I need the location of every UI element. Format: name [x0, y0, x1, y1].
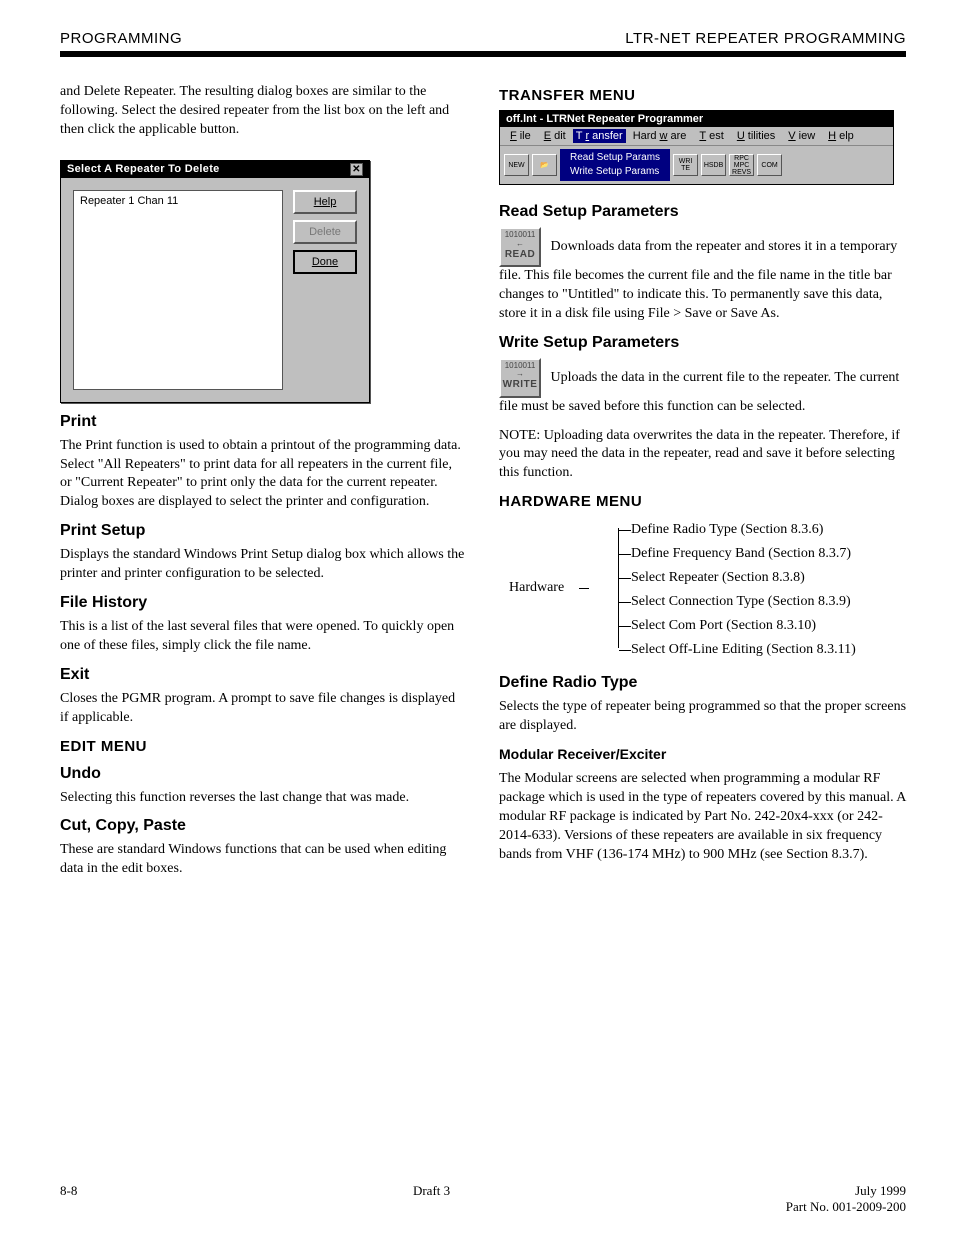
exit-paragraph: Closes the PGMR program. A prompt to sav…: [60, 690, 467, 728]
ccp-heading: Cut, Copy, Paste: [60, 817, 467, 835]
read-paragraph: 1010011←READ Downloads data from the rep…: [499, 227, 906, 324]
modular-subheading: Modular Receiver/Exciter: [499, 746, 666, 762]
menu-help[interactable]: Help: [822, 129, 857, 143]
toolbar-write-icon[interactable]: WRITE: [673, 154, 698, 176]
menu-edit[interactable]: Edit: [538, 129, 569, 143]
menu-item-read[interactable]: Read Setup Params: [570, 151, 660, 165]
window-title: off.lnt - LTRNet Repeater Programmer: [500, 111, 893, 127]
menu-utilities[interactable]: Utilities: [731, 129, 778, 143]
menubar[interactable]: File Edit Transfer Hardware Test Utiliti…: [500, 127, 893, 146]
modular-paragraph: The Modular screens are selected when pr…: [499, 770, 906, 864]
transfer-dropdown[interactable]: Read Setup Params Write Setup Params: [560, 149, 670, 181]
read-icon: 1010011←READ: [499, 227, 541, 267]
tree-item: Select Off-Line Editing (Section 8.3.11): [619, 638, 856, 662]
toolbar-com-icon[interactable]: COM: [757, 154, 782, 176]
draft-label: Draft 3: [413, 1183, 450, 1215]
print-heading: Print: [60, 413, 467, 431]
define-radio-type-heading: Define Radio Type: [499, 674, 906, 692]
footer-meta: July 1999 Part No. 001-2009-200: [786, 1183, 906, 1215]
menu-hardware[interactable]: Hardware: [630, 129, 690, 143]
print-setup-heading: Print Setup: [60, 522, 467, 540]
menu-file[interactable]: File: [504, 129, 534, 143]
read-heading: Read Setup Parameters: [499, 203, 906, 221]
write-icon: 1010011→WRITE: [499, 358, 541, 398]
delete-button[interactable]: Delete: [293, 220, 357, 244]
close-icon[interactable]: ✕: [350, 163, 363, 176]
tree-item: Select Connection Type (Section 8.3.9): [619, 590, 856, 614]
tree-item: Define Radio Type (Section 8.3.6): [619, 518, 856, 542]
toolbar-revs-icon[interactable]: RPC MPCREVS: [729, 154, 754, 176]
ccp-paragraph: These are standard Windows functions tha…: [60, 841, 467, 879]
write-paragraph: 1010011→WRITE Uploads the data in the cu…: [499, 358, 906, 417]
running-head-right: LTR-NET REPEATER PROGRAMMING: [625, 30, 906, 47]
page-number: 8-8: [60, 1183, 77, 1215]
header-rule: [60, 51, 906, 57]
exit-heading: Exit: [60, 666, 467, 684]
print-paragraph: The Print function is used to obtain a p…: [60, 437, 467, 513]
menu-view[interactable]: View: [782, 129, 818, 143]
delete-repeater-dialog: Select A Repeater To Delete ✕ Repeater 1…: [60, 160, 370, 403]
write-note: NOTE: Uploading data overwrites the data…: [499, 427, 906, 484]
edit-menu-heading: EDIT MENU: [60, 738, 467, 755]
done-button[interactable]: Done: [293, 250, 357, 274]
transfer-menu-heading: TRANSFER MENU: [499, 87, 906, 104]
toolbar-new-icon[interactable]: NEW: [504, 154, 529, 176]
define-radio-type-paragraph: Selects the type of repeater being progr…: [499, 698, 906, 736]
tree-item: Define Frequency Band (Section 8.3.7): [619, 542, 856, 566]
write-heading: Write Setup Parameters: [499, 334, 906, 352]
menu-test[interactable]: Test: [693, 129, 726, 143]
running-head-left: PROGRAMMING: [60, 30, 182, 47]
hardware-menu-heading: HARDWARE MENU: [499, 493, 906, 510]
dialog-title: Select A Repeater To Delete: [67, 163, 220, 176]
hardware-tree: Hardware Define Radio Type (Section 8.3.…: [509, 518, 906, 662]
tree-root-label: Hardware: [509, 518, 579, 658]
toolbar-hsdb-icon[interactable]: HSDB: [701, 154, 726, 176]
undo-heading: Undo: [60, 765, 467, 783]
repeater-listbox[interactable]: Repeater 1 Chan 11: [73, 190, 283, 390]
file-history-heading: File History: [60, 594, 467, 612]
menu-item-write[interactable]: Write Setup Params: [570, 165, 660, 179]
help-button[interactable]: Help: [293, 190, 357, 214]
tree-item: Select Repeater (Section 8.3.8): [619, 566, 856, 590]
list-item[interactable]: Repeater 1 Chan 11: [80, 195, 178, 207]
menu-transfer[interactable]: Transfer: [573, 129, 626, 143]
tree-item: Select Com Port (Section 8.3.10): [619, 614, 856, 638]
toolbar-open-icon[interactable]: 📂: [532, 154, 557, 176]
lead-paragraph: and Delete Repeater. The resulting dialo…: [60, 83, 467, 140]
print-setup-paragraph: Displays the standard Windows Print Setu…: [60, 546, 467, 584]
undo-paragraph: Selecting this function reverses the las…: [60, 789, 467, 808]
file-history-paragraph: This is a list of the last several files…: [60, 618, 467, 656]
programmer-window: off.lnt - LTRNet Repeater Programmer Fil…: [499, 110, 894, 185]
